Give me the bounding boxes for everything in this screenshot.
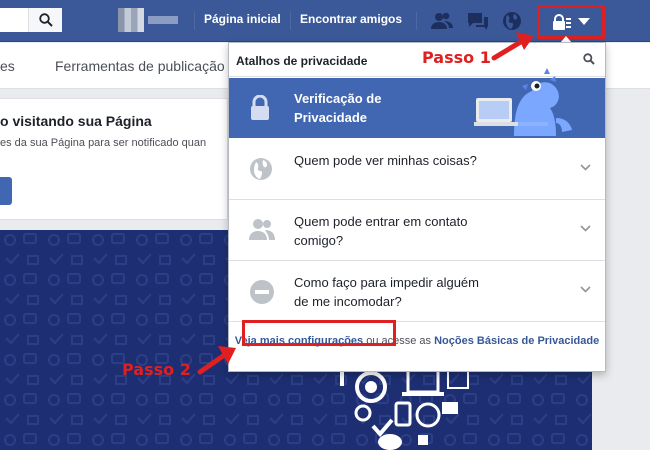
see-more-settings-highlight [242,320,396,346]
divider [416,12,417,30]
nav-home-link[interactable]: Página inicial [204,12,281,26]
who-can-contact-me-item[interactable]: Quem pode entrar em contato comigo? [229,200,605,261]
privacy-checkup-item[interactable]: Verificação de Privacidade [229,68,605,138]
profile-name-blurred [148,16,178,24]
chevron-down-icon [580,286,591,293]
stop-harassment-item[interactable]: Como faço para impedir alguém de me inco… [229,261,605,322]
card-action-button[interactable] [0,177,12,205]
search-icon[interactable] [583,53,595,65]
avatar-image [118,8,144,32]
messages-icon[interactable] [466,9,490,33]
tab-publishing-tools[interactable]: Ferramentas de publicação [55,58,225,74]
card-title: o visitando sua Página [0,113,152,129]
divider [194,12,195,30]
profile-avatar[interactable] [118,8,182,32]
chevron-down-icon [580,225,591,232]
who-can-contact-label: Quem pode entrar em contato comigo? [294,214,468,248]
privacy-shortcuts-button[interactable] [537,5,605,39]
arrow-2-icon [197,346,236,375]
search-button[interactable] [28,8,62,32]
globe-icon [250,158,272,180]
privacy-basics-link[interactable]: Noções Básicas de Privacidade [434,335,599,347]
dinosaur-mascot-illustration [474,68,572,136]
people-icon [249,219,275,240]
tab-partial[interactable]: es [0,58,15,74]
chevron-down-icon [578,18,590,25]
step-2-annotation: Passo 2 [122,360,191,379]
stop-harassment-label: Como faço para impedir alguém de me inco… [294,275,479,309]
search-icon [38,13,53,27]
friends-icon[interactable] [430,9,454,33]
block-icon [250,280,274,304]
privacy-checkup-label: Verificação de Privacidade [294,91,382,125]
privacy-lock-icon [553,14,571,30]
card-description: es da sua Página para ser notificado qua… [0,137,207,149]
page-visitors-card: o visitando sua Página es da sua Página … [0,98,228,220]
who-can-see-label: Quem pode ver minhas coisas? [294,153,477,168]
arrow-1-icon [491,32,534,61]
nav-find-friends-link[interactable]: Encontrar amigos [300,12,402,26]
top-navigation-bar: Página inicial Encontrar amigos [0,0,650,42]
step-1-annotation: Passo 1 [422,48,491,67]
chevron-down-icon [580,164,591,171]
who-can-see-my-stuff-item[interactable]: Quem pode ver minhas coisas? [229,139,605,200]
divider [290,12,291,30]
lock-icon [251,95,269,120]
dropdown-title: Atalhos de privacidade [236,54,368,68]
search-input[interactable] [0,8,62,32]
